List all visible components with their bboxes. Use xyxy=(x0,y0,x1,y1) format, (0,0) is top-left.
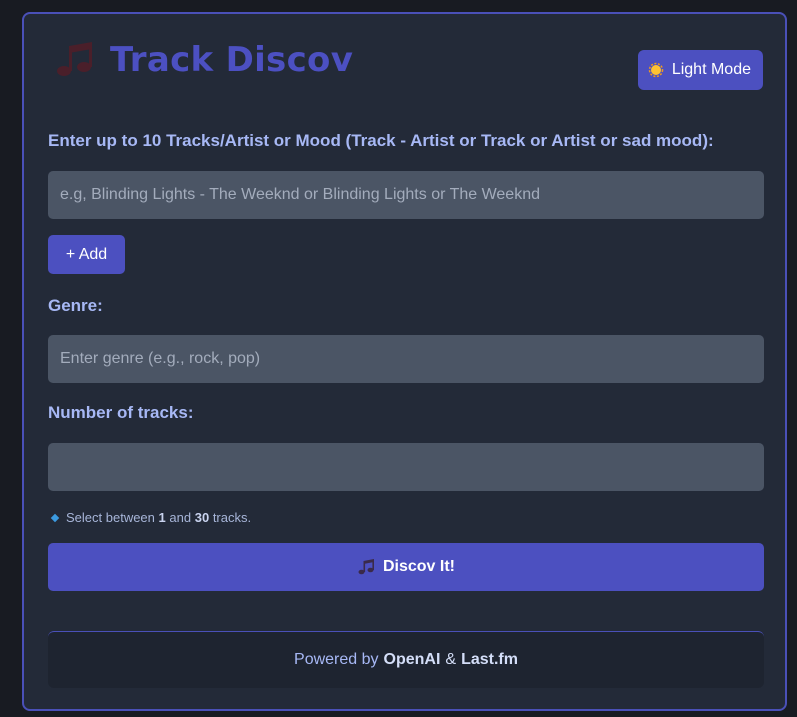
track-count-hint: Select between 1 and 30 tracks. xyxy=(50,510,252,525)
main-card: Track Discov Light Mode Enter up to 10 T… xyxy=(22,12,787,711)
footer-separator: & xyxy=(445,651,457,668)
footer-brand-lastfm: Last.fm xyxy=(461,651,518,668)
tracks-input[interactable] xyxy=(48,171,764,219)
music-note-icon xyxy=(57,42,92,76)
add-track-button[interactable]: + Add xyxy=(48,235,125,274)
music-notes-icon xyxy=(358,559,374,575)
hint-text-and: and xyxy=(169,510,192,525)
footer: Powered by OpenAI & Last.fm xyxy=(48,631,764,688)
track-count-input[interactable] xyxy=(48,443,764,491)
hint-max: 30 xyxy=(194,510,210,525)
genre-label: Genre: xyxy=(48,296,103,315)
footer-brand-openai: OpenAI xyxy=(383,651,441,668)
light-mode-button[interactable]: Light Mode xyxy=(637,50,763,90)
discov-it-label: Discov It! xyxy=(382,558,455,575)
tracks-label: Enter up to 10 Tracks/Artist or Mood (Tr… xyxy=(48,131,714,150)
hint-text-post: tracks. xyxy=(212,510,252,525)
sun-icon xyxy=(648,62,664,78)
app-header: Track Discov xyxy=(54,40,353,80)
discov-it-button[interactable]: Discov It! xyxy=(48,543,764,591)
light-mode-label: Light Mode xyxy=(671,61,751,78)
hint-min: 1 xyxy=(158,510,166,525)
diamond-icon xyxy=(50,513,60,522)
genre-input[interactable] xyxy=(48,335,764,383)
track-count-label: Number of tracks: xyxy=(48,403,194,422)
app-title: Track Discov xyxy=(110,40,354,80)
footer-powered-by: Powered by xyxy=(294,651,379,668)
hint-text-pre: Select between xyxy=(66,510,155,525)
